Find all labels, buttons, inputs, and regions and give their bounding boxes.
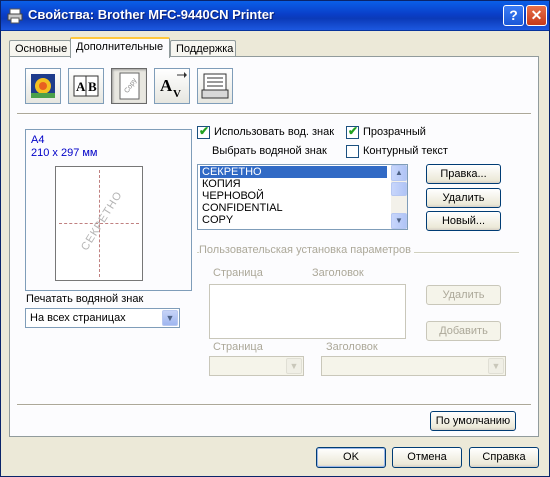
svg-text:A: A	[160, 76, 173, 95]
default-button[interactable]: По умолчанию	[430, 411, 516, 431]
page-field-label: Страница	[213, 341, 263, 353]
bottom-separator	[17, 404, 531, 406]
scroll-up-icon[interactable]: ▲	[391, 165, 407, 181]
chevron-down-icon: ▼	[286, 358, 302, 374]
close-button[interactable]: ✕	[526, 5, 547, 26]
preview-watermark-text: СЕКРЕТНО	[79, 189, 125, 253]
list-item[interactable]: ЧЕРНОВОЙ	[200, 190, 387, 202]
outline-text-label[interactable]: Контурный текст	[363, 145, 448, 157]
transparent-label[interactable]: Прозрачный	[363, 126, 426, 138]
watermark-icon: Copy	[119, 72, 140, 100]
watermark-button[interactable]: Copy	[111, 68, 147, 104]
scroll-down-icon[interactable]: ▼	[391, 213, 407, 229]
paper-preview: A4 210 x 297 мм СЕКРЕТНО	[25, 129, 192, 291]
paper-name: A4	[31, 134, 45, 146]
tab-advanced[interactable]: Дополнительные	[70, 37, 170, 58]
color-settings-icon	[31, 74, 55, 98]
new-watermark-button[interactable]: Новый...	[426, 211, 501, 231]
page-setting-button[interactable]: A V	[154, 68, 190, 104]
advanced-panel: A B Copy A V A4 210 x 297 мм СЕКРЕТНО Пе…	[9, 56, 539, 437]
delete-watermark-button[interactable]: Удалить	[426, 188, 501, 208]
help-title-button[interactable]: ?	[503, 5, 524, 26]
title-bar[interactable]: Свойства: Brother MFC-9440CN Printer ? ✕	[1, 1, 549, 31]
tab-support[interactable]: Поддержка	[170, 40, 236, 57]
watermark-list-scrollbar[interactable]: ▲ ▼	[391, 165, 407, 229]
page-select: ▼	[209, 356, 304, 376]
outline-text-checkbox[interactable]	[346, 145, 359, 158]
device-options-button[interactable]	[197, 68, 233, 104]
scaling-icon: A B	[73, 75, 99, 97]
select-watermark-label: Выбрать водяной знак	[212, 145, 327, 157]
page-setting-icon: A V	[160, 72, 187, 100]
use-watermark-label[interactable]: Использовать вод. знак	[214, 126, 334, 138]
chevron-down-icon[interactable]: ▼	[162, 310, 178, 326]
list-item[interactable]: СЕКРЕТНО	[200, 166, 387, 178]
list-item[interactable]: КОПИЯ	[200, 178, 387, 190]
scaling-button[interactable]: A B	[68, 68, 104, 104]
custom-settings-list	[209, 284, 406, 339]
header-column-label: Заголовок	[312, 267, 364, 279]
list-item[interactable]: COPY	[200, 214, 387, 226]
svg-text:V: V	[173, 88, 181, 100]
printer-icon	[7, 8, 23, 24]
paper-sheet: СЕКРЕТНО	[55, 166, 143, 281]
delete-custom-button: Удалить	[426, 285, 501, 305]
list-item[interactable]: CONFIDENTIAL	[200, 202, 387, 214]
color-settings-button[interactable]	[25, 68, 61, 104]
paper-size: 210 x 297 мм	[31, 147, 98, 159]
watermark-list[interactable]: СЕКРЕТНО КОПИЯ ЧЕРНОВОЙ CONFIDENTIAL COP…	[197, 164, 408, 230]
custom-settings-label: Пользовательская установка параметров	[199, 244, 414, 256]
scroll-thumb[interactable]	[391, 182, 407, 196]
ok-button[interactable]: OK	[316, 447, 386, 468]
chevron-down-icon: ▼	[488, 358, 504, 374]
cancel-button[interactable]: Отмена	[392, 447, 462, 468]
print-watermark-label: Печатать водяной знак	[26, 293, 144, 305]
print-watermark-select[interactable]: На всех страницах ▼	[25, 308, 180, 328]
header-select: ▼	[321, 356, 506, 376]
edit-watermark-button[interactable]: Правка...	[426, 164, 501, 184]
add-custom-button: Добавить	[426, 321, 501, 341]
tab-basic[interactable]: Основные	[9, 40, 71, 57]
svg-text:B: B	[88, 79, 97, 94]
transparent-checkbox[interactable]	[346, 124, 359, 139]
device-options-icon	[201, 73, 229, 99]
page-column-label: Страница	[213, 267, 263, 279]
print-watermark-value: На всех страницах	[30, 312, 126, 324]
toolbar-separator	[17, 113, 531, 115]
svg-text:A: A	[76, 79, 86, 94]
help-button[interactable]: Справка	[469, 447, 539, 468]
use-watermark-checkbox[interactable]	[197, 124, 210, 139]
header-field-label: Заголовок	[326, 341, 378, 353]
window-title: Свойства: Brother MFC-9440CN Printer	[28, 7, 274, 22]
properties-dialog: Свойства: Brother MFC-9440CN Printer ? ✕…	[0, 0, 550, 477]
